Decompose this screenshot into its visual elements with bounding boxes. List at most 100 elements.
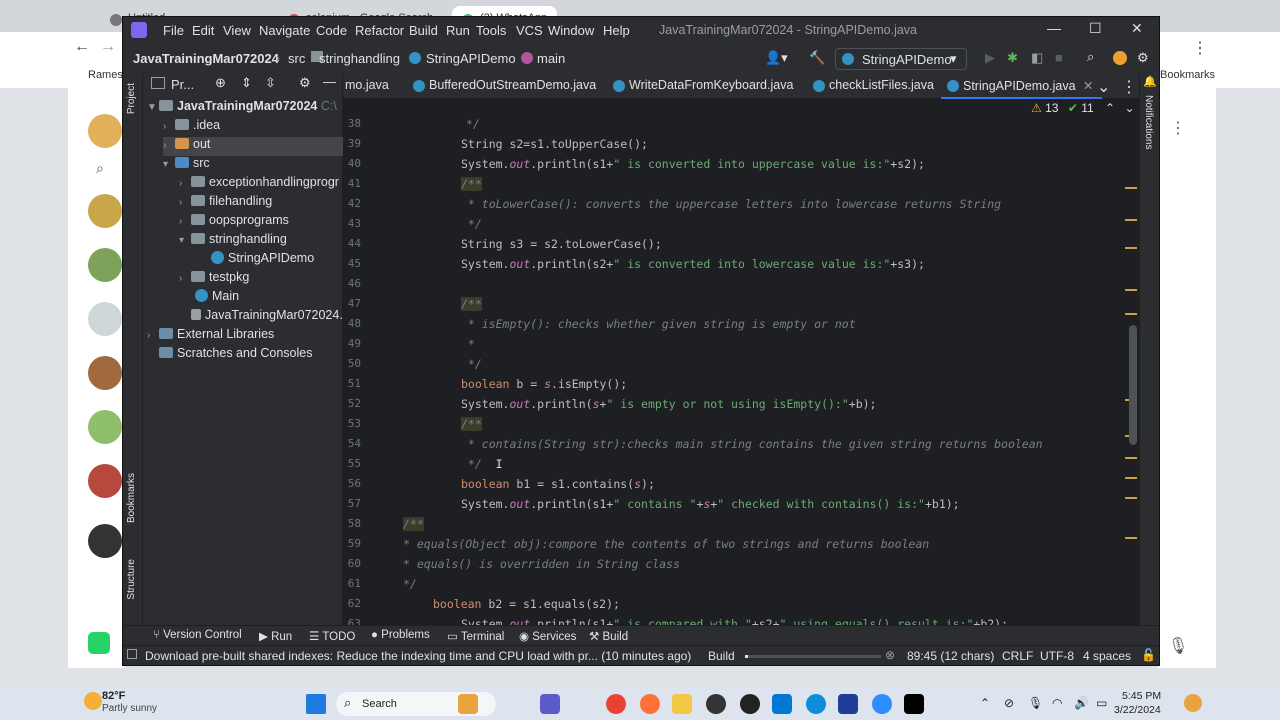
breadcrumb-method[interactable]: main [537, 51, 565, 66]
tool-build[interactable]: ⚒ Build [589, 629, 628, 643]
avatar[interactable] [88, 194, 122, 228]
bell-icon[interactable]: 🔔 [1143, 75, 1157, 88]
collapse-all-icon[interactable]: ⇳ [265, 75, 276, 91]
all-bookmarks[interactable]: Bookmarks [1160, 69, 1215, 81]
stop-icon[interactable]: ■ [1055, 50, 1063, 65]
volume-icon[interactable]: 🔊 [1074, 696, 1089, 710]
lock-icon[interactable]: 🔓 [1141, 648, 1156, 662]
editor-tab[interactable]: checkListFiles.java [807, 73, 942, 99]
weather-desc[interactable]: Partly sunny [102, 703, 157, 714]
minimize-icon[interactable]: — [1047, 20, 1061, 36]
weather-icon[interactable] [84, 692, 102, 710]
menu-file[interactable]: File [163, 23, 184, 38]
gear-icon[interactable]: ⚙ [299, 75, 311, 91]
tree-item-idea[interactable]: › .idea [163, 118, 363, 137]
warning-marker[interactable] [1125, 313, 1137, 315]
battery-icon[interactable]: ▭ [1096, 696, 1107, 710]
maximize-icon[interactable]: ☐ [1089, 20, 1102, 37]
search-icon[interactable]: ⌕ [96, 160, 104, 177]
hammer-icon[interactable]: 🔨 [809, 50, 825, 66]
chevron-up-icon[interactable]: ⌃ [980, 696, 990, 710]
menu-code[interactable]: Code [316, 23, 347, 38]
status-panel-icon[interactable] [127, 649, 137, 659]
warning-marker[interactable] [1125, 537, 1137, 539]
hide-panel-icon[interactable]: — [323, 74, 336, 89]
forward-icon[interactable]: → [100, 38, 116, 56]
avatar[interactable] [88, 248, 122, 282]
coverage-icon[interactable]: ◧ [1031, 50, 1043, 66]
store-icon[interactable] [772, 694, 792, 714]
menu-view[interactable]: View [223, 23, 251, 38]
indent-setting[interactable]: 4 spaces [1083, 649, 1131, 663]
file-explorer-icon[interactable] [672, 694, 692, 714]
tree-item-out[interactable]: › out [163, 137, 363, 156]
warning-marker[interactable] [1125, 247, 1137, 249]
app-icon[interactable] [838, 694, 858, 714]
tool-problems[interactable]: ● Problems [371, 629, 430, 641]
menu-navigate[interactable]: Navigate [259, 23, 310, 38]
intellij-icon[interactable] [904, 694, 924, 714]
breadcrumb-src[interactable]: src [288, 51, 305, 66]
clock-date[interactable]: 3/22/2024 [1114, 704, 1161, 716]
avatar[interactable] [88, 464, 122, 498]
windows-start-icon[interactable] [306, 694, 326, 714]
browser-menu-icon[interactable]: ⋮ [1192, 38, 1208, 58]
search-icon[interactable]: ⌕ [1087, 49, 1094, 65]
tool-version-control[interactable]: ⑂ Version Control [153, 629, 242, 641]
app-icon[interactable] [740, 694, 760, 714]
weather-temp[interactable]: 82°F [102, 690, 125, 702]
editor-tab-active[interactable]: StringAPIDemo.java ✕ [941, 73, 1102, 99]
tree-item-src[interactable]: ▾ src [163, 156, 363, 175]
menu-edit[interactable]: Edit [192, 23, 214, 38]
warning-marker[interactable] [1125, 219, 1137, 221]
tree-item-scratches[interactable]: Scratches and Consoles [147, 346, 347, 365]
tool-run[interactable]: ▶ Run [259, 629, 292, 643]
microphone-icon[interactable]: 🎙 [1168, 636, 1188, 656]
menu-refactor[interactable]: Refactor [355, 23, 404, 38]
line-separator[interactable]: CRLF [1002, 649, 1033, 663]
microphone-icon[interactable]: 🎙 [1028, 696, 1043, 710]
tree-item-external-libraries[interactable]: › External Libraries [147, 327, 347, 346]
edge-icon[interactable] [806, 694, 826, 714]
tree-item-project-root[interactable]: ▼ JavaTrainingMar072024 C:\ [147, 99, 347, 118]
project-tool-button[interactable]: Project [126, 83, 137, 114]
avatar[interactable] [88, 410, 122, 444]
menu-help[interactable]: Help [603, 23, 630, 38]
menu-build[interactable]: Build [409, 23, 438, 38]
copilot-icon[interactable] [1184, 694, 1202, 712]
file-encoding[interactable]: UTF-8 [1040, 649, 1074, 663]
menu-run[interactable]: Run [446, 23, 470, 38]
menu-icon[interactable]: ⋮ [1170, 118, 1186, 138]
tool-services[interactable]: ◉ Services [519, 629, 576, 643]
tool-terminal[interactable]: ▭ Terminal [447, 629, 504, 643]
expand-all-icon[interactable]: ⇕ [241, 75, 252, 91]
menu-window[interactable]: Window [548, 23, 594, 38]
tool-todo[interactable]: ☰ TODO [309, 629, 355, 643]
cancel-icon[interactable]: ⊗ [885, 648, 895, 662]
warning-marker[interactable] [1125, 187, 1137, 189]
breadcrumb-class[interactable]: StringAPIDemo [426, 51, 516, 66]
editor-tab[interactable]: mo.java [343, 73, 397, 99]
avatar[interactable] [88, 356, 122, 390]
warning-marker[interactable] [1125, 289, 1137, 291]
run-config-dropdown[interactable]: StringAPIDemo ▾ [835, 48, 967, 70]
close-tab-icon[interactable]: ✕ [1083, 79, 1093, 93]
firefox-icon[interactable] [640, 694, 660, 714]
menu-tools[interactable]: Tools [476, 23, 506, 38]
chrome-icon[interactable] [606, 694, 626, 714]
bookmarks-tool-button[interactable]: Bookmarks [126, 473, 137, 523]
warning-marker[interactable] [1125, 497, 1137, 499]
breadcrumb-package[interactable]: stringhandling [319, 51, 400, 66]
zoom-icon[interactable] [872, 694, 892, 714]
code-editor[interactable]: ⚠ 13 ✔ 11 ⌃ ⌄ 38 39 40 41 42 43 44 45 46… [343, 99, 1159, 625]
more-icon[interactable]: ⋮ [1121, 77, 1137, 97]
warning-marker[interactable] [1125, 457, 1137, 459]
warning-marker[interactable] [1125, 477, 1137, 479]
status-message[interactable]: Download pre-built shared indexes: Reduc… [145, 649, 691, 663]
settings-icon[interactable]: ⚙ [1137, 50, 1149, 66]
clock-time[interactable]: 5:45 PM [1122, 690, 1161, 702]
vertical-scrollbar[interactable] [1129, 325, 1137, 445]
editor-tab[interactable]: BufferedOutStreamDemo.java [407, 73, 604, 99]
network-icon[interactable]: ⊘ [1004, 696, 1014, 710]
tabs-dropdown-icon[interactable]: ⌄ [1097, 77, 1110, 97]
